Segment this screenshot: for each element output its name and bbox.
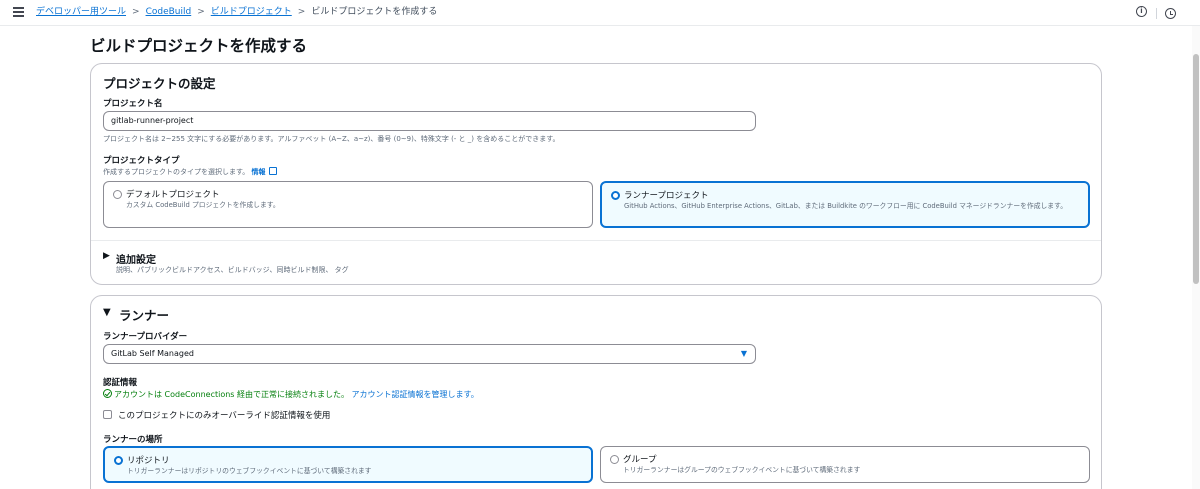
location-title: リポジトリ: [127, 456, 170, 466]
panel-title[interactable]: ランナー: [119, 305, 169, 324]
location-repository[interactable]: リポジトリ トリガーランナーはリポジトリのウェブフックイベントに基づいて構築され…: [103, 446, 593, 483]
project-type-hint: 作成するプロジェクトのタイプを選択します。 情報: [103, 167, 277, 177]
breadcrumb-developer-tools[interactable]: デベロッパー用ツール: [36, 7, 126, 17]
caret-right-icon[interactable]: ▶: [103, 251, 110, 261]
option-desc: カスタム CodeBuild プロジェクトを作成します。: [126, 201, 280, 209]
credential-status-text: アカウントは CodeConnections 経由で正常に接続されました。: [114, 390, 349, 399]
project-type-hint-text: 作成するプロジェクトのタイプを選択します。: [103, 168, 250, 176]
chevron-right-icon: >: [132, 7, 140, 17]
override-credentials-checkbox[interactable]: [103, 410, 112, 419]
option-desc: GitHub Actions、GitHub Enterprise Actions…: [624, 202, 1068, 210]
panel-title: プロジェクトの設定: [103, 76, 216, 91]
location-desc: トリガーランナーはグループのウェブフックイベントに基づいて構築されます: [623, 466, 861, 474]
breadcrumb: デベロッパー用ツール > CodeBuild > ビルドプロジェクト > ビルドプロジェクト…: [36, 6, 437, 19]
info-icon[interactable]: i: [1136, 6, 1147, 17]
info-link[interactable]: 情報: [252, 168, 266, 176]
check-circle-icon: [103, 389, 112, 398]
project-name-label: プロジェクト名: [103, 99, 163, 109]
runner-panel: ▼ ランナー ランナープロバイダー GitLab Self Managed ▼ …: [90, 295, 1102, 489]
project-settings-panel: プロジェクトの設定 プロジェクト名 gitlab-runner-project …: [90, 63, 1102, 285]
additional-settings-toggle[interactable]: 追加設定: [116, 251, 156, 266]
radio-default-project[interactable]: [113, 190, 122, 199]
chevron-right-icon: >: [197, 7, 205, 17]
location-desc: トリガーランナーはリポジトリのウェブフックイベントに基づいて構築されます: [127, 467, 372, 475]
caret-down-icon[interactable]: ▼: [103, 307, 111, 318]
top-navigation-bar: デベロッパー用ツール > CodeBuild > ビルドプロジェクト > ビルドプロジェクト…: [0, 0, 1200, 26]
location-group[interactable]: グループ トリガーランナーはグループのウェブフックイベントに基づいて構築されます: [600, 446, 1090, 483]
additional-settings-desc: 説明、パブリックビルドアクセス、ビルドバッジ、同時ビルド制限、 タグ: [116, 266, 349, 274]
chevron-right-icon: >: [297, 7, 306, 17]
runner-provider-label: ランナープロバイダー: [103, 332, 188, 342]
project-type-label: プロジェクトタイプ: [103, 156, 180, 166]
radio-repository[interactable]: [114, 456, 123, 465]
manage-credentials-link[interactable]: アカウント認証情報を管理します。: [352, 390, 479, 399]
runner-provider-value: GitLab Self Managed: [111, 349, 194, 358]
radio-runner-project[interactable]: [611, 191, 620, 200]
override-credentials-label[interactable]: このプロジェクトにのみオーバーライド認証情報を使用: [118, 409, 330, 421]
project-name-input[interactable]: gitlab-runner-project: [103, 111, 756, 131]
breadcrumb-build-projects[interactable]: ビルドプロジェクト: [211, 7, 292, 17]
breadcrumb-codebuild[interactable]: CodeBuild: [146, 7, 192, 17]
radio-group[interactable]: [610, 455, 619, 464]
breadcrumb-current: ビルドプロジェクトを作成する: [311, 7, 438, 17]
divider: [91, 240, 1101, 241]
menu-icon[interactable]: [13, 7, 24, 17]
option-default-project[interactable]: デフォルトプロジェクト カスタム CodeBuild プロジェクトを作成します。: [103, 181, 593, 228]
credential-status: アカウントは CodeConnections 経由で正常に接続されました。 アカ…: [103, 389, 479, 400]
credential-label: 認証情報: [103, 378, 138, 388]
external-link-icon: [268, 167, 277, 175]
option-runner-project[interactable]: ランナープロジェクト GitHub Actions、GitHub Enterpr…: [600, 181, 1090, 228]
option-title: デフォルトプロジェクト: [126, 190, 220, 200]
scrollbar-thumb[interactable]: [1193, 54, 1199, 284]
divider: [1156, 8, 1157, 19]
scrollbar-track[interactable]: [1192, 26, 1200, 489]
clock-icon[interactable]: [1165, 8, 1176, 19]
caret-down-icon: ▼: [740, 349, 747, 358]
project-name-hint: プロジェクト名は 2~255 文字にする必要があります。アルファベット (A~Z…: [103, 135, 560, 143]
location-title: グループ: [623, 455, 657, 465]
runner-provider-select[interactable]: GitLab Self Managed ▼: [103, 344, 756, 364]
option-title: ランナープロジェクト: [624, 191, 709, 201]
runner-location-label: ランナーの場所: [103, 435, 163, 445]
page-title: ビルドプロジェクトを作成する: [90, 37, 308, 55]
